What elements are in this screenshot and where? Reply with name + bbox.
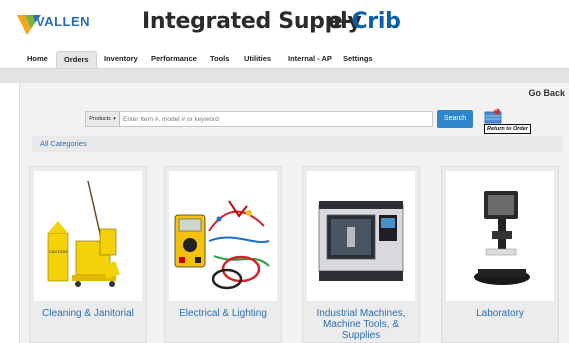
ecrib-prefix: e- xyxy=(328,9,352,34)
category-label: Laboratory xyxy=(476,308,524,319)
all-categories-link[interactable]: All Categories xyxy=(40,139,87,148)
category-card-electrical[interactable]: Electrical & Lighting xyxy=(164,166,282,343)
laboratory-image xyxy=(446,171,554,301)
nav-tools[interactable]: Tools xyxy=(210,54,229,63)
nav-performance[interactable]: Performance xyxy=(151,54,197,63)
cnc-machine-icon xyxy=(318,201,404,281)
categories-bar: All Categories xyxy=(32,136,562,152)
nav-home[interactable]: Home xyxy=(27,54,48,63)
search-bar: Products ▾ xyxy=(85,111,433,127)
industrial-image xyxy=(307,171,415,301)
ecrib-title: e-Crib xyxy=(328,9,401,34)
microscope-icon xyxy=(474,191,530,285)
ecrib-suffix: Crib xyxy=(351,9,401,34)
caret-down-icon: ▾ xyxy=(111,116,116,122)
mop-bucket-icon: CAUTION xyxy=(47,180,120,287)
cleaning-image: CAUTION xyxy=(34,171,142,301)
products-dropdown[interactable]: Products ▾ xyxy=(86,112,120,126)
logo-text: VALLEN xyxy=(36,14,91,29)
cart-badge: 0 xyxy=(495,107,498,112)
search-button[interactable]: Search xyxy=(437,110,473,128)
nav-settings[interactable]: Settings xyxy=(343,54,373,63)
nav-orders[interactable]: Orders xyxy=(56,51,97,68)
category-card-laboratory[interactable]: Laboratory xyxy=(441,166,559,343)
go-back-link[interactable]: Go Back xyxy=(528,88,565,98)
category-label: Industrial Machines, Machine Tools, & Su… xyxy=(316,308,406,341)
nav-inventory[interactable]: Inventory xyxy=(104,54,138,63)
nav-utilities[interactable]: Utilities xyxy=(244,54,271,63)
search-input[interactable] xyxy=(123,112,423,126)
header: VALLEN Integrated Supply e-Crib xyxy=(0,0,569,46)
sub-nav-band xyxy=(0,69,569,83)
category-card-industrial[interactable]: Industrial Machines, Machine Tools, & Su… xyxy=(302,166,420,343)
category-label: Electrical & Lighting xyxy=(179,308,267,319)
products-dropdown-label: Products xyxy=(89,116,111,122)
return-to-order-button[interactable]: Return to Order xyxy=(484,124,531,134)
nav-internal-ap[interactable]: Internal - AP xyxy=(288,54,332,63)
main-nav: Home Orders Inventory Performance Tools … xyxy=(0,50,569,69)
electrical-image xyxy=(169,171,277,301)
svg-text:CAUTION: CAUTION xyxy=(49,249,67,254)
category-label: Cleaning & Janitorial xyxy=(42,308,134,319)
multimeter-icon xyxy=(174,200,270,290)
category-card-cleaning[interactable]: CAUTION Cleaning & Janitorial xyxy=(29,166,147,343)
